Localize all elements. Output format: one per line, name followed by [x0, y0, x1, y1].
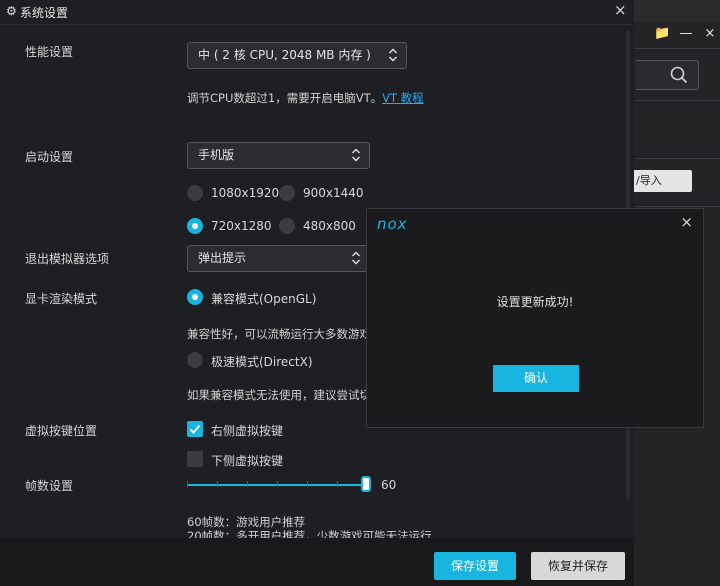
divider [634, 48, 720, 49]
minimize-icon[interactable]: — [678, 26, 694, 41]
performance-hint-text: 调节CPU数超过1，需要开启电脑VT。 [187, 91, 383, 105]
dialog-title: 系统设置 [20, 6, 69, 20]
gpu-compat-hint: 兼容性好，可以流畅运行大多数游戏 [187, 327, 371, 341]
exit-option-label: 退出模拟器选项 [25, 252, 110, 266]
restore-and-save-button[interactable]: 恢复并保存 [531, 552, 625, 580]
right-keys-label: 右侧虚拟按键 [211, 424, 284, 438]
import-button[interactable]: /导入 [634, 170, 692, 192]
virtual-keys-label: 虚拟按键位置 [25, 424, 98, 438]
performance-label: 性能设置 [25, 45, 74, 59]
confirm-button[interactable]: 确认 [493, 365, 579, 392]
exit-option-value: 弹出提示 [198, 251, 247, 265]
dialog-footer: 保存设置 恢复并保存 [0, 538, 634, 586]
close-icon[interactable]: × [614, 1, 627, 19]
search-icon[interactable] [670, 66, 688, 84]
fps-note-20-clip: 20帧数：多开用户推荐，少数游戏可能无法运行 [187, 528, 487, 538]
check-icon [189, 424, 201, 434]
resolution-1080x1920-radio[interactable] [187, 185, 203, 201]
chevron-updown-icon [352, 251, 360, 265]
gpu-compat-label: 兼容模式(OpenGL) [211, 292, 317, 306]
divider [634, 158, 720, 159]
gpu-speed-radio[interactable] [187, 352, 203, 368]
gear-icon: ⚙ [6, 4, 17, 18]
fps-note-20: 20帧数：多开用户推荐，少数游戏可能无法运行 [187, 529, 432, 538]
close-icon[interactable]: × [702, 26, 718, 41]
slider-tick [277, 481, 278, 487]
startup-select[interactable]: 手机版 [187, 142, 370, 169]
resolution-720x1280-radio[interactable] [187, 218, 203, 234]
resolution-900x1440-radio[interactable] [279, 185, 295, 201]
slider-tick [217, 481, 218, 487]
vt-tutorial-link[interactable]: VT 教程 [382, 91, 424, 105]
fps-label: 帧数设置 [25, 479, 74, 493]
right-keys-checkbox[interactable] [187, 421, 203, 437]
startup-value: 手机版 [198, 148, 235, 162]
slider-tick [247, 481, 248, 487]
divider [634, 100, 720, 101]
background-search-box[interactable] [636, 60, 699, 90]
resolution-720x1280-label: 720x1280 [211, 219, 272, 233]
gpu-speed-label: 极速模式(DirectX) [211, 355, 313, 369]
resolution-480x800-radio[interactable] [279, 218, 295, 234]
performance-value: 中 ( 2 核 CPU, 2048 MB 内存 ) [198, 48, 371, 62]
resolution-480x800-label: 480x800 [303, 219, 356, 233]
chevron-updown-icon [352, 148, 360, 162]
bottom-keys-checkbox[interactable] [187, 451, 203, 467]
gpu-mode-label: 显卡渲染模式 [25, 292, 98, 306]
gpu-compat-radio[interactable] [187, 289, 203, 305]
success-message: 设置更新成功! [496, 295, 574, 309]
startup-label: 启动设置 [25, 150, 74, 164]
close-icon[interactable]: × [680, 213, 693, 231]
success-modal: nox × 设置更新成功! 确认 [366, 208, 704, 428]
slider-tick [187, 481, 188, 487]
chevron-updown-icon [389, 48, 397, 62]
dialog-titlebar: ⚙ 系统设置 × [0, 0, 634, 25]
save-settings-button[interactable]: 保存设置 [434, 552, 516, 580]
gpu-speed-hint: 如果兼容模式无法使用，建议尝试切 [187, 388, 371, 402]
performance-select[interactable]: 中 ( 2 核 CPU, 2048 MB 内存 ) [187, 42, 407, 69]
slider-tick [307, 481, 308, 487]
divider [634, 206, 720, 207]
exit-option-select[interactable]: 弹出提示 [187, 245, 370, 272]
resolution-1080x1920-label: 1080x1920 [211, 186, 280, 200]
bottom-keys-label: 下侧虚拟按键 [211, 454, 284, 468]
nox-logo: nox [377, 215, 408, 233]
performance-hint: 调节CPU数超过1，需要开启电脑VT。VT 教程 [187, 90, 424, 106]
resolution-900x1440-label: 900x1440 [303, 186, 364, 200]
slider-tick [337, 481, 338, 487]
fps-slider-thumb[interactable] [361, 476, 371, 492]
fps-value: 60 [381, 478, 397, 492]
folder-icon[interactable]: 📁 [654, 26, 670, 41]
